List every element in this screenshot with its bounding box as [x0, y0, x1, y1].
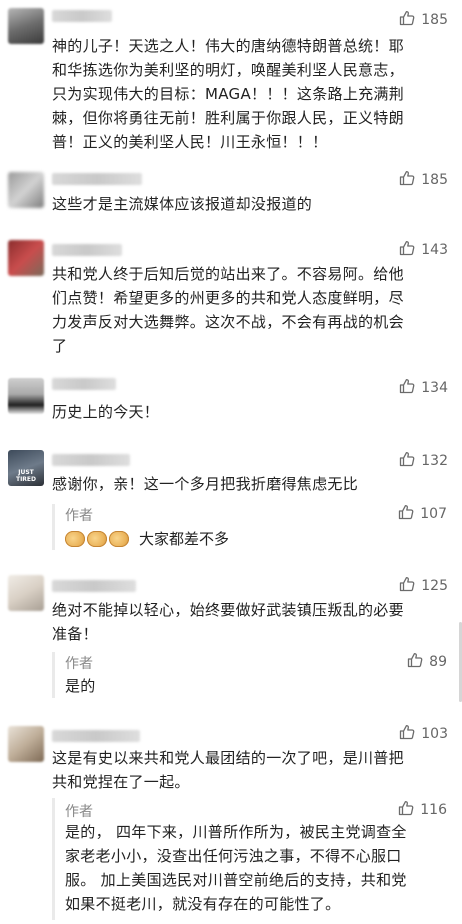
like-count: 89: [429, 654, 447, 670]
like-count: 107: [420, 506, 447, 522]
like-button[interactable]: 185: [399, 170, 448, 190]
comment-text: 历史上的今天！: [52, 403, 160, 421]
thumbs-up-icon: [399, 170, 415, 190]
like-button[interactable]: 185: [399, 10, 448, 30]
username[interactable]: [52, 730, 140, 742]
thumbs-up-icon: [399, 10, 415, 30]
thumbs-up-icon: [399, 576, 415, 596]
avatar[interactable]: [8, 240, 44, 276]
comment-text: 神的儿子！天选之人！伟大的唐纳德特朗普总统！耶 和华拣选你为美利坚的明灯，唤醒美…: [52, 37, 405, 151]
like-count: 116: [420, 802, 447, 818]
username[interactable]: [52, 10, 112, 22]
handshake-emoji: [109, 530, 129, 547]
like-count: 185: [421, 12, 448, 28]
like-count: 132: [421, 453, 448, 469]
avatar[interactable]: JUST TIRED: [8, 450, 44, 486]
avatar[interactable]: [8, 172, 44, 208]
thumbs-up-icon: [399, 724, 415, 744]
avatar-caption: JUST TIRED: [15, 469, 37, 483]
comment-text: 感谢你，亲！这一个多月把我折磨得焦虑无比: [52, 475, 359, 493]
like-button[interactable]: 89: [407, 652, 447, 672]
username[interactable]: [52, 378, 116, 390]
reply-author[interactable]: 作者: [65, 801, 93, 821]
username[interactable]: [52, 580, 136, 592]
like-button[interactable]: 107: [398, 504, 447, 524]
thumbs-up-icon: [399, 378, 415, 398]
avatar[interactable]: [8, 378, 44, 414]
like-button[interactable]: 116: [398, 800, 447, 820]
thumbs-up-icon: [399, 451, 415, 471]
like-button[interactable]: 132: [399, 451, 448, 471]
avatar[interactable]: [8, 575, 44, 611]
thumbs-up-icon: [407, 652, 423, 672]
like-button[interactable]: 103: [399, 724, 448, 744]
comment-text: 这是有史以来共和党人最团结的一次了吧，是川普把 共和党捏在了一起。: [52, 749, 404, 791]
like-count: 134: [421, 380, 448, 396]
reply-author[interactable]: 作者: [65, 653, 93, 673]
like-count: 143: [421, 242, 448, 258]
reply-text: 是的: [65, 677, 96, 695]
avatar[interactable]: [8, 8, 44, 44]
comment-text: 绝对不能掉以轻心，始终要做好武装镇压叛乱的必要 准备！: [52, 601, 404, 643]
like-button[interactable]: 143: [399, 240, 448, 260]
reply-content: 大家都差不多: [65, 528, 229, 549]
author-reply: 作者 116 是的， 四年下来，川普所作所为，被民主党调查全 家老老小小，没查出…: [52, 798, 459, 920]
comment-text: 共和党人终于后知后觉的站出来了。不容易阿。给他 们点赞！希望更多的州更多的共和党…: [52, 265, 404, 355]
thumbs-up-icon: [399, 240, 415, 260]
reply-text: 大家都差不多: [139, 530, 230, 548]
like-count: 103: [421, 726, 448, 742]
author-reply: 作者 89 是的: [52, 652, 459, 698]
comment-text: 这些才是主流媒体应该报道却没报道的: [52, 195, 313, 213]
like-button[interactable]: 125: [399, 576, 448, 596]
avatar[interactable]: [8, 726, 44, 762]
handshake-emoji: [87, 530, 107, 547]
reply-author[interactable]: 作者: [65, 505, 93, 525]
like-count: 185: [421, 172, 448, 188]
thumbs-up-icon: [398, 800, 414, 820]
author-reply: 作者 107 大家都差不多: [52, 504, 459, 550]
handshake-emoji: [65, 530, 85, 547]
username[interactable]: [52, 454, 130, 466]
username[interactable]: [52, 173, 142, 185]
username[interactable]: [52, 244, 122, 256]
like-button[interactable]: 134: [399, 378, 448, 398]
thumbs-up-icon: [398, 504, 414, 524]
like-count: 125: [421, 578, 448, 594]
reply-text: 是的， 四年下来，川普所作所为，被民主党调查全 家老老小小，没查出任何污浊之事，…: [65, 823, 407, 913]
